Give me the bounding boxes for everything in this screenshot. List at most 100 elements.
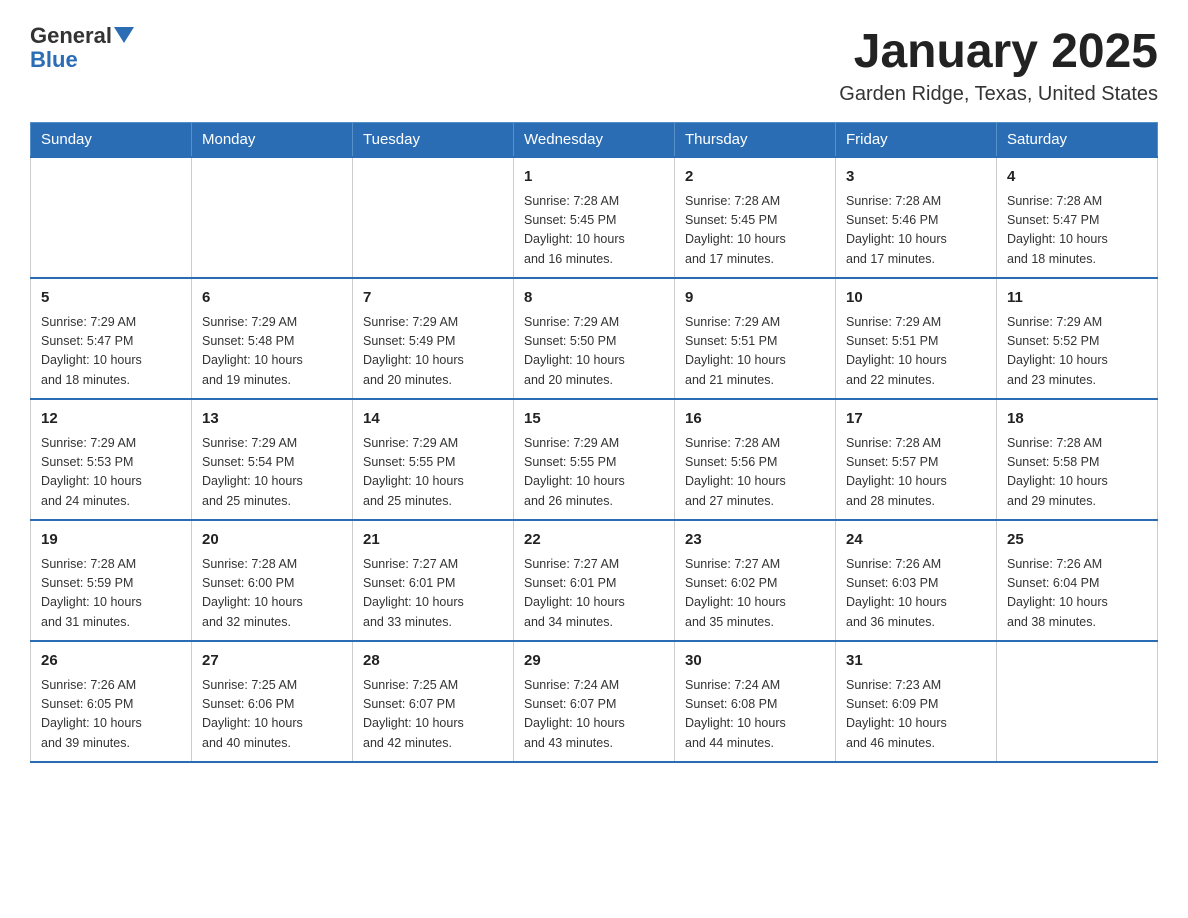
day-of-week-header: Tuesday xyxy=(353,123,514,158)
day-number: 29 xyxy=(524,650,664,673)
day-number: 8 xyxy=(524,287,664,310)
day-info: Sunrise: 7:28 AM Sunset: 5:45 PM Dayligh… xyxy=(685,192,825,270)
day-number: 16 xyxy=(685,408,825,431)
calendar-week-row: 12Sunrise: 7:29 AM Sunset: 5:53 PM Dayli… xyxy=(31,399,1158,520)
calendar-day-cell: 21 Sunrise: 7:27 AM Sunset: 6:01 PM Dayli… xyxy=(353,520,514,641)
day-of-week-header: Sunday xyxy=(31,123,192,158)
calendar-day-cell: 23 Sunrise: 7:27 AM Sunset: 6:02 PM Dayli… xyxy=(675,520,836,641)
day-of-week-header: Friday xyxy=(836,123,997,158)
day-info: Sunrise: 7:28 AM Sunset: 5:45 PM Dayligh… xyxy=(524,192,664,270)
calendar-day-cell: 15 Sunrise: 7:29 AM Sunset: 5:55 PM Dayli… xyxy=(514,399,675,520)
calendar-week-row: 1Sunrise: 7:28 AM Sunset: 5:45 PM Daylig… xyxy=(31,157,1158,278)
calendar-day-cell xyxy=(353,157,514,278)
title-block: January 2025 Garden Ridge, Texas, United… xyxy=(839,24,1158,106)
day-number: 20 xyxy=(202,529,342,552)
calendar-day-cell: 4 Sunrise: 7:28 AM Sunset: 5:47 PM Daylig… xyxy=(997,157,1158,278)
day-info: Sunrise: 7:28 AM Sunset: 6:00 PM Dayligh… xyxy=(202,555,342,633)
day-number: 11 xyxy=(1007,287,1147,310)
calendar-day-cell: 17 Sunrise: 7:28 AM Sunset: 5:57 PM Dayli… xyxy=(836,399,997,520)
day-info: Sunrise: 7:24 AM Sunset: 6:08 PM Dayligh… xyxy=(685,676,825,754)
day-info: Sunrise: 7:24 AM Sunset: 6:07 PM Dayligh… xyxy=(524,676,664,754)
calendar-week-row: 5 Sunrise: 7:29 AM Sunset: 5:47 PM Daylig… xyxy=(31,278,1158,399)
calendar-day-cell: 5 Sunrise: 7:29 AM Sunset: 5:47 PM Daylig… xyxy=(31,278,192,399)
calendar-day-cell: 26 Sunrise: 7:26 AM Sunset: 6:05 PM Dayli… xyxy=(31,641,192,762)
calendar-table: SundayMondayTuesdayWednesdayThursdayFrid… xyxy=(30,122,1158,763)
day-of-week-header: Monday xyxy=(192,123,353,158)
day-number: 3 xyxy=(846,166,986,189)
day-info: Sunrise: 7:27 AM Sunset: 6:02 PM Dayligh… xyxy=(685,555,825,633)
calendar-day-cell: 6 Sunrise: 7:29 AM Sunset: 5:48 PM Daylig… xyxy=(192,278,353,399)
day-number: 24 xyxy=(846,529,986,552)
day-number: 6 xyxy=(202,287,342,310)
day-info: Sunrise: 7:27 AM Sunset: 6:01 PM Dayligh… xyxy=(363,555,503,633)
day-info: Sunrise: 7:25 AM Sunset: 6:07 PM Dayligh… xyxy=(363,676,503,754)
day-info: Sunrise: 7:28 AM Sunset: 5:56 PM Dayligh… xyxy=(685,434,825,512)
day-number: 18 xyxy=(1007,408,1147,431)
day-number: 15 xyxy=(524,408,664,431)
day-number: 19 xyxy=(41,529,181,552)
day-info: Sunrise: 7:29 AM Sunset: 5:54 PM Dayligh… xyxy=(202,434,342,512)
day-info: Sunrise: 7:29 AM Sunset: 5:50 PM Dayligh… xyxy=(524,313,664,391)
day-info: Sunrise: 7:29 AM Sunset: 5:55 PM Dayligh… xyxy=(524,434,664,512)
logo-blue: Blue xyxy=(30,47,78,72)
page-header: General Blue January 2025 Garden Ridge, … xyxy=(30,24,1158,106)
day-number: 5 xyxy=(41,287,181,310)
calendar-day-cell: 29 Sunrise: 7:24 AM Sunset: 6:07 PM Dayli… xyxy=(514,641,675,762)
calendar-day-cell: 10Sunrise: 7:29 AM Sunset: 5:51 PM Dayli… xyxy=(836,278,997,399)
day-info: Sunrise: 7:29 AM Sunset: 5:47 PM Dayligh… xyxy=(41,313,181,391)
calendar-day-cell: 14 Sunrise: 7:29 AM Sunset: 5:55 PM Dayli… xyxy=(353,399,514,520)
calendar-day-cell: 24Sunrise: 7:26 AM Sunset: 6:03 PM Dayli… xyxy=(836,520,997,641)
day-info: Sunrise: 7:29 AM Sunset: 5:55 PM Dayligh… xyxy=(363,434,503,512)
day-number: 23 xyxy=(685,529,825,552)
day-number: 10 xyxy=(846,287,986,310)
calendar-day-cell: 13Sunrise: 7:29 AM Sunset: 5:54 PM Dayli… xyxy=(192,399,353,520)
calendar-day-cell: 2 Sunrise: 7:28 AM Sunset: 5:45 PM Daylig… xyxy=(675,157,836,278)
calendar-day-cell: 7Sunrise: 7:29 AM Sunset: 5:49 PM Daylig… xyxy=(353,278,514,399)
location-subtitle: Garden Ridge, Texas, United States xyxy=(839,83,1158,106)
day-info: Sunrise: 7:29 AM Sunset: 5:53 PM Dayligh… xyxy=(41,434,181,512)
day-number: 27 xyxy=(202,650,342,673)
day-number: 31 xyxy=(846,650,986,673)
calendar-day-cell: 19 Sunrise: 7:28 AM Sunset: 5:59 PM Dayli… xyxy=(31,520,192,641)
day-number: 25 xyxy=(1007,529,1147,552)
day-info: Sunrise: 7:26 AM Sunset: 6:05 PM Dayligh… xyxy=(41,676,181,754)
calendar-day-cell: 31 Sunrise: 7:23 AM Sunset: 6:09 PM Dayli… xyxy=(836,641,997,762)
calendar-week-row: 26 Sunrise: 7:26 AM Sunset: 6:05 PM Dayli… xyxy=(31,641,1158,762)
calendar-day-cell xyxy=(31,157,192,278)
day-info: Sunrise: 7:28 AM Sunset: 5:58 PM Dayligh… xyxy=(1007,434,1147,512)
day-number: 26 xyxy=(41,650,181,673)
day-number: 2 xyxy=(685,166,825,189)
calendar-day-cell: 30 Sunrise: 7:24 AM Sunset: 6:08 PM Dayli… xyxy=(675,641,836,762)
day-info: Sunrise: 7:28 AM Sunset: 5:59 PM Dayligh… xyxy=(41,555,181,633)
calendar-day-cell: 3 Sunrise: 7:28 AM Sunset: 5:46 PM Daylig… xyxy=(836,157,997,278)
day-number: 30 xyxy=(685,650,825,673)
day-info: Sunrise: 7:29 AM Sunset: 5:48 PM Dayligh… xyxy=(202,313,342,391)
day-info: Sunrise: 7:26 AM Sunset: 6:04 PM Dayligh… xyxy=(1007,555,1147,633)
day-number: 9 xyxy=(685,287,825,310)
calendar-day-cell: 9Sunrise: 7:29 AM Sunset: 5:51 PM Daylig… xyxy=(675,278,836,399)
calendar-day-cell: 16 Sunrise: 7:28 AM Sunset: 5:56 PM Dayli… xyxy=(675,399,836,520)
day-number: 4 xyxy=(1007,166,1147,189)
calendar-day-cell: 22Sunrise: 7:27 AM Sunset: 6:01 PM Dayli… xyxy=(514,520,675,641)
day-info: Sunrise: 7:29 AM Sunset: 5:49 PM Dayligh… xyxy=(363,313,503,391)
day-info: Sunrise: 7:28 AM Sunset: 5:57 PM Dayligh… xyxy=(846,434,986,512)
logo-triangle-icon xyxy=(114,27,134,43)
calendar-day-cell xyxy=(192,157,353,278)
day-of-week-header: Wednesday xyxy=(514,123,675,158)
day-number: 17 xyxy=(846,408,986,431)
day-number: 28 xyxy=(363,650,503,673)
day-info: Sunrise: 7:29 AM Sunset: 5:52 PM Dayligh… xyxy=(1007,313,1147,391)
logo-general: General xyxy=(30,24,112,48)
month-year-title: January 2025 xyxy=(839,24,1158,79)
header-row: SundayMondayTuesdayWednesdayThursdayFrid… xyxy=(31,123,1158,158)
day-info: Sunrise: 7:28 AM Sunset: 5:46 PM Dayligh… xyxy=(846,192,986,270)
day-of-week-header: Thursday xyxy=(675,123,836,158)
logo: General Blue xyxy=(30,24,134,72)
day-of-week-header: Saturday xyxy=(997,123,1158,158)
calendar-day-cell: 11 Sunrise: 7:29 AM Sunset: 5:52 PM Dayli… xyxy=(997,278,1158,399)
day-info: Sunrise: 7:23 AM Sunset: 6:09 PM Dayligh… xyxy=(846,676,986,754)
day-number: 21 xyxy=(363,529,503,552)
day-number: 14 xyxy=(363,408,503,431)
day-info: Sunrise: 7:28 AM Sunset: 5:47 PM Dayligh… xyxy=(1007,192,1147,270)
day-number: 22 xyxy=(524,529,664,552)
